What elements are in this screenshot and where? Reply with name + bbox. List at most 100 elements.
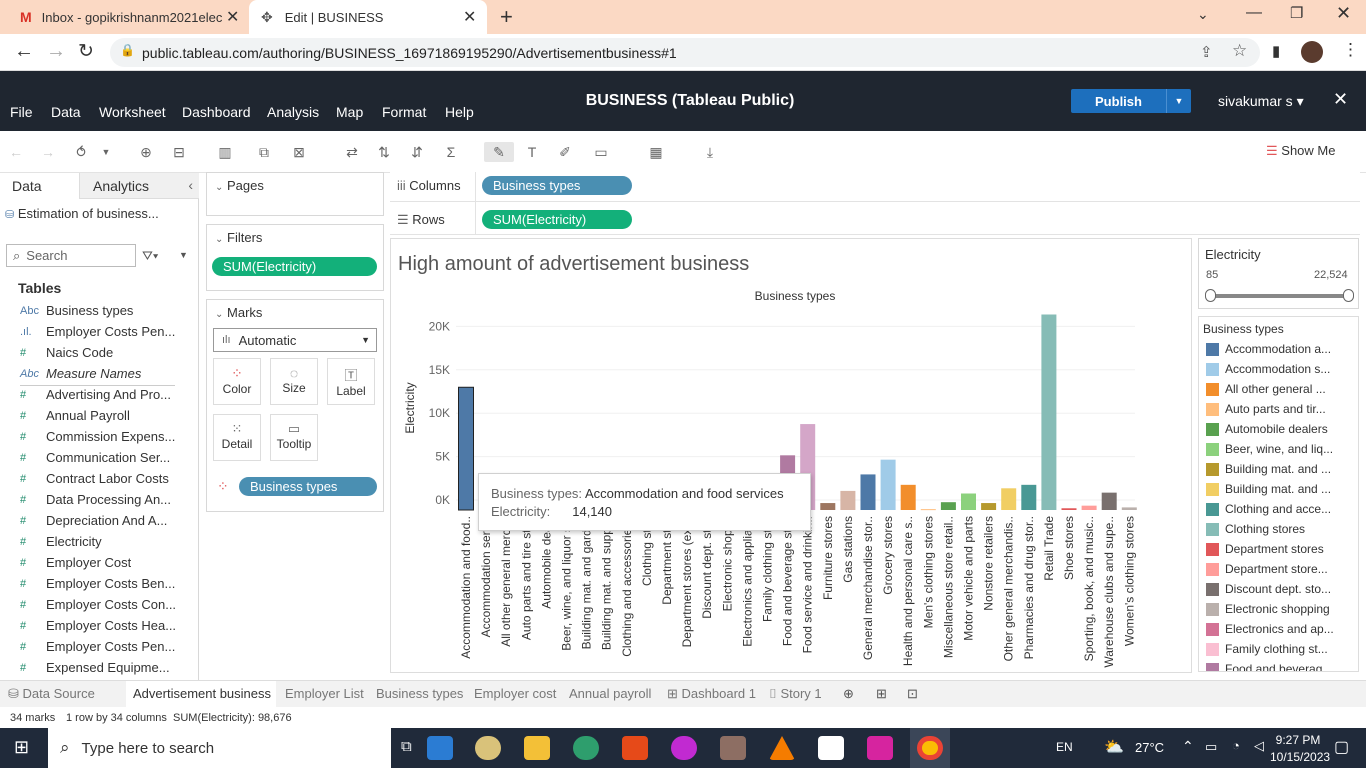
label-button[interactable]: 🅃 Label [327, 358, 375, 405]
rows-pill[interactable]: SUM(Electricity) [482, 210, 632, 229]
legend-item[interactable]: Automobile dealers [1199, 419, 1358, 439]
new-tab-icon[interactable]: + [500, 4, 513, 30]
paint-icon[interactable] [475, 736, 501, 760]
mark-type-select[interactable]: ılı Automatic ▼ [213, 328, 377, 352]
back-icon[interactable]: ← [14, 40, 34, 63]
browser-tab-edit[interactable]: ✥ Edit | BUSINESS [249, 0, 487, 34]
sort-descending-icon[interactable]: ⇵ [406, 142, 428, 162]
legend-item[interactable]: Department stores [1199, 539, 1358, 559]
color-pill[interactable]: Business types [239, 477, 377, 496]
duplicate-sheet-icon[interactable]: ⧉ [253, 142, 275, 162]
more-menu-icon[interactable]: ⋮ [1342, 40, 1359, 60]
field-item[interactable]: # Employer Costs Con... [0, 594, 198, 615]
presentation-icon[interactable]: ▦ [645, 142, 667, 162]
legend-item[interactable]: Food and beverag... [1199, 659, 1358, 671]
data-pane-menu-icon[interactable]: ▼ [179, 250, 188, 260]
legend-item[interactable]: Accommodation s... [1199, 359, 1358, 379]
file-explorer-icon[interactable] [524, 736, 550, 760]
totals-icon[interactable]: Σ [440, 142, 462, 162]
tab-analytics[interactable]: Analytics ‹ [79, 173, 199, 199]
field-item[interactable]: # Naics Code [0, 342, 198, 363]
office-icon[interactable] [622, 736, 648, 760]
collapse-icon[interactable]: ⌄ [215, 182, 223, 193]
share-icon[interactable]: ⇪ [1200, 43, 1213, 61]
restore-icon[interactable]: ❐ [1290, 4, 1303, 22]
color-button[interactable]: ⁘ Color [213, 358, 261, 405]
search-input[interactable]: ⌕ Search [6, 244, 136, 267]
tab-employer-list[interactable]: Employer List [285, 686, 364, 701]
legend-item[interactable]: Building mat. and ... [1199, 479, 1358, 499]
field-item[interactable]: # Employer Cost [0, 552, 198, 573]
undo-icon[interactable]: ← [5, 142, 27, 162]
publish-button[interactable]: Publish [1071, 89, 1166, 113]
tab-business-types[interactable]: Business types [376, 686, 463, 701]
fit-icon[interactable]: ▭ [590, 142, 612, 162]
columns-pill[interactable]: Business types [482, 176, 632, 195]
battery-icon[interactable]: ▭ [1205, 739, 1217, 755]
new-worksheet-icon[interactable]: ▥ [214, 142, 236, 162]
app-icon[interactable] [573, 736, 599, 760]
legend-item[interactable]: Building mat. and ... [1199, 459, 1358, 479]
tooltip-button[interactable]: ▭ Tooltip [270, 414, 318, 461]
pause-updates-icon[interactable]: ⊟ [168, 142, 190, 162]
language-indicator[interactable]: EN [1056, 740, 1073, 754]
filter-pill[interactable]: SUM(Electricity) [212, 257, 377, 276]
field-item[interactable]: # Communication Ser... [0, 447, 198, 468]
temperature[interactable]: 27°C [1135, 740, 1164, 755]
replay-dropdown-icon[interactable]: ▼ [95, 142, 117, 162]
close-window-icon[interactable]: ✕ [1336, 3, 1351, 24]
field-item[interactable]: # Electricity [0, 531, 198, 552]
range-slider-min-handle[interactable] [1205, 289, 1216, 302]
task-view-icon[interactable]: ⧉ [401, 738, 412, 755]
new-datasource-icon[interactable]: ⊕ [135, 142, 157, 162]
field-item[interactable]: # Employer Costs Pen... [0, 636, 198, 657]
sidebar-icon[interactable]: ▮ [1272, 42, 1280, 60]
instagram-icon[interactable] [867, 736, 893, 760]
legend-item[interactable]: Clothing and acce... [1199, 499, 1358, 519]
forward-icon[interactable]: → [46, 40, 66, 63]
download-icon[interactable]: ⤓ [699, 142, 721, 162]
field-item[interactable]: Abc Business types [0, 300, 198, 321]
tab-story-1[interactable]: ⌷ Story 1 [769, 686, 822, 702]
show-me-button[interactable]: ☰ Show Me [1266, 143, 1335, 159]
tab-data-source[interactable]: ⛁ Data Source [8, 686, 95, 702]
windows-start-icon[interactable]: ⊞ [14, 737, 29, 758]
store-icon[interactable] [427, 736, 453, 760]
new-dashboard-icon[interactable]: ⊞ [876, 686, 887, 702]
highlight-icon[interactable]: ✎ [484, 142, 514, 162]
legend-item[interactable]: Electronics and ap... [1199, 619, 1358, 639]
tab-advertisement-business[interactable]: Advertisement business [133, 686, 271, 701]
filter-fields-icon[interactable]: ⛛▾ [142, 248, 158, 264]
legend-item[interactable]: All other general ... [1199, 379, 1358, 399]
tab-employer-cost[interactable]: Employer cost [474, 686, 556, 701]
new-worksheet-icon[interactable]: ⊕ [843, 686, 854, 702]
clear-sheet-icon[interactable]: ⊠ [288, 142, 310, 162]
volume-icon[interactable]: ◁ [1254, 738, 1264, 754]
replay-icon[interactable]: ⥀ [70, 142, 92, 162]
field-item[interactable]: # Employer Costs Ben... [0, 573, 198, 594]
close-editor-icon[interactable]: ✕ [1333, 89, 1348, 110]
video-editor-icon[interactable] [671, 736, 697, 760]
tab-data[interactable]: Data [0, 173, 79, 199]
legend-item[interactable]: Discount dept. sto... [1199, 579, 1358, 599]
reload-icon[interactable]: ↻ [78, 40, 94, 63]
datasource-item[interactable]: ⛁ Estimation of business... [5, 206, 159, 221]
tab-search-chevron-icon[interactable]: ⌄ [1197, 6, 1209, 23]
redo-icon[interactable]: → [37, 142, 59, 162]
wifi-icon[interactable]: ◔ [1232, 738, 1240, 753]
field-item[interactable]: # Depreciation And A... [0, 510, 198, 531]
close-tab-icon[interactable]: ✕ [226, 7, 239, 27]
legend-item[interactable]: Accommodation a... [1199, 339, 1358, 359]
field-item[interactable]: # Annual Payroll [0, 405, 198, 426]
tray-chevron-icon[interactable]: ⌃ [1182, 738, 1194, 755]
collapse-pane-icon[interactable]: ‹ [188, 177, 193, 193]
browser-tab-inbox[interactable]: M Inbox - gopikrishnanm2021electr [8, 0, 248, 34]
user-menu[interactable]: sivakumar s ▾ [1218, 93, 1304, 110]
collapse-icon[interactable]: ⌄ [215, 234, 223, 245]
new-story-icon[interactable]: ⊡ [907, 686, 918, 702]
mail-icon[interactable] [818, 736, 844, 760]
minimize-icon[interactable]: — [1246, 4, 1262, 22]
legend-item[interactable]: Beer, wine, and liq... [1199, 439, 1358, 459]
field-item[interactable]: # Data Processing An... [0, 489, 198, 510]
range-slider-max-handle[interactable] [1343, 289, 1354, 302]
